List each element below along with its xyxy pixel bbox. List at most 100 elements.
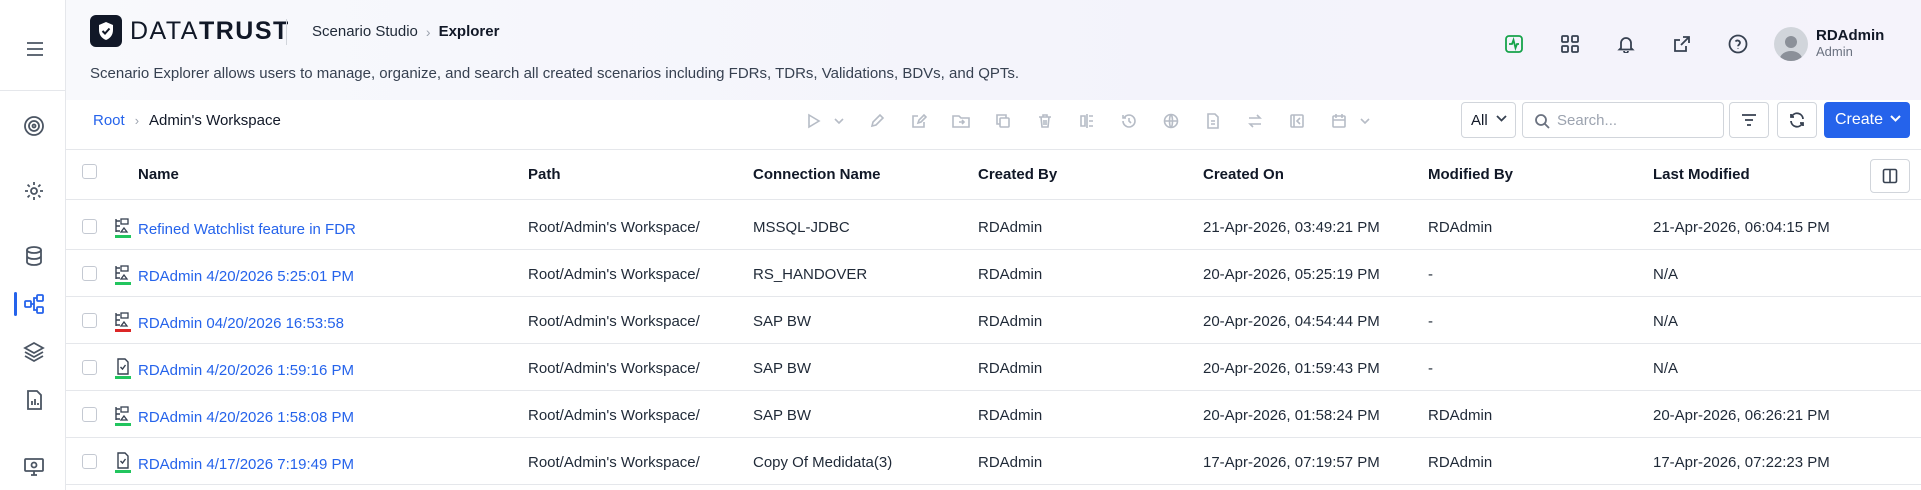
row-checkbox[interactable] [82,266,97,281]
menu-icon[interactable] [22,36,48,62]
left-rail [0,0,66,490]
name-cell[interactable]: Refined Watchlist feature in FDR [138,221,356,238]
connection-cell: RS_HANDOVER [753,266,868,283]
brand-name: DATATRUST [130,16,290,45]
header-divider [286,19,287,45]
transfer-icon[interactable] [1236,102,1274,140]
history-icon[interactable] [1110,102,1148,140]
column-toggle-button[interactable] [1870,159,1910,193]
chevron-down-icon [1890,115,1901,122]
report-icon[interactable] [20,386,48,414]
row-checkbox[interactable] [82,454,97,469]
compare-icon[interactable] [1068,102,1106,140]
name-cell[interactable]: RDAdmin 4/20/2026 1:58:08 PM [138,409,354,426]
table-header: Name Path Connection Name Created By Cre… [66,150,1921,200]
table-row[interactable]: RDAdmin 4/17/2026 7:19:49 PM Root/Admin's… [66,438,1921,485]
activity-icon[interactable] [1486,30,1542,58]
header-actions [1486,30,1766,58]
last-modified-cell: N/A [1653,313,1679,330]
row-checkbox[interactable] [82,360,97,375]
filter-button[interactable] [1729,102,1769,138]
external-link-icon[interactable] [1654,30,1710,58]
column-created-by[interactable]: Created By [978,166,1057,183]
database-icon[interactable] [20,242,48,270]
validation-icon [114,358,132,380]
connection-cell: SAP BW [753,313,812,330]
table-row[interactable]: RDAdmin 4/20/2026 1:58:08 PM Root/Admin's… [66,391,1921,438]
scenario-explorer-icon[interactable] [14,290,48,318]
calendar-icon[interactable] [1320,102,1358,140]
page-description: Scenario Explorer allows users to manage… [90,65,1020,82]
modified-by-cell: - [1428,266,1433,283]
created-on-cell: 20-Apr-2026, 05:25:19 PM [1203,266,1380,283]
delete-icon[interactable] [1026,102,1064,140]
breadcrumb-root[interactable]: Root [93,112,125,129]
column-connection-name[interactable]: Connection Name [753,166,881,183]
row-checkbox[interactable] [82,313,97,328]
gear-icon[interactable] [20,177,48,205]
app-breadcrumb: Scenario Studio › Explorer [312,23,499,40]
column-created-on[interactable]: Created On [1203,166,1284,183]
column-path[interactable]: Path [528,166,561,183]
schedule-dropdown-button[interactable] [1356,102,1374,140]
table-row[interactable]: RDAdmin 4/20/2026 1:59:16 PM Root/Admin's… [66,344,1921,391]
copy-icon[interactable] [984,102,1022,140]
search-box[interactable] [1522,102,1724,138]
created-by-cell: RDAdmin [978,313,1043,330]
connection-cell: SAP BW [753,360,812,377]
modified-by-cell: - [1428,360,1433,377]
modified-by-cell: RDAdmin [1428,219,1493,236]
chevron-down-icon [1496,115,1507,122]
last-modified-cell: 21-Apr-2026, 06:04:15 PM [1653,219,1830,236]
column-modified-by[interactable]: Modified By [1428,166,1513,183]
bell-icon[interactable] [1598,30,1654,58]
connection-cell: Copy Of Medidata(3) [753,454,893,471]
avatar [1774,27,1808,61]
create-button[interactable]: Create [1824,102,1910,138]
help-icon[interactable] [1710,30,1766,58]
run-dropdown-button[interactable] [830,102,848,140]
user-menu[interactable]: RDAdmin Admin [1774,27,1884,61]
globe-icon[interactable] [1152,102,1190,140]
name-cell[interactable]: RDAdmin 4/20/2026 5:25:01 PM [138,268,354,285]
document-icon[interactable] [1194,102,1232,140]
type-filter-select[interactable]: All [1461,102,1516,138]
select-all-checkbox[interactable] [82,164,97,179]
column-last-modified[interactable]: Last Modified [1653,166,1750,183]
create-label: Create [1835,111,1884,128]
search-input[interactable] [1557,111,1717,129]
nav-scenario-studio[interactable]: Scenario Studio [312,23,418,40]
type-filter-value: All [1471,111,1488,129]
breadcrumb: Root › Admin's Workspace [93,112,281,129]
run-button[interactable] [794,102,832,140]
chevron-right-icon: › [134,113,140,128]
name-cell[interactable]: RDAdmin 04/20/2026 16:53:58 [138,315,344,332]
refresh-button[interactable] [1777,102,1817,138]
layers-icon[interactable] [20,338,48,366]
name-cell[interactable]: RDAdmin 4/17/2026 7:19:49 PM [138,456,354,473]
validation-icon [114,452,132,474]
created-on-cell: 20-Apr-2026, 01:58:24 PM [1203,407,1380,424]
nav-explorer: Explorer [438,23,500,40]
apps-grid-icon[interactable] [1542,30,1598,58]
row-checkbox[interactable] [82,219,97,234]
table-row[interactable]: RDAdmin 04/20/2026 16:53:58 Root/Admin's … [66,297,1921,344]
breadcrumb-current: Admin's Workspace [149,112,281,129]
created-by-cell: RDAdmin [978,266,1043,283]
table-row[interactable]: RDAdmin 4/20/2026 5:25:01 PM Root/Admin's… [66,250,1921,297]
row-checkbox[interactable] [82,407,97,422]
table-row[interactable]: Refined Watchlist feature in FDR Root/Adm… [66,203,1921,250]
monitor-settings-icon[interactable] [20,452,48,480]
brand-logo[interactable]: DATATRUST [90,15,290,47]
import-icon[interactable] [1278,102,1316,140]
column-name[interactable]: Name [138,166,179,183]
rename-icon[interactable] [900,102,938,140]
target-icon[interactable] [20,112,48,140]
created-on-cell: 21-Apr-2026, 03:49:21 PM [1203,219,1380,236]
edit-pencil-icon[interactable] [858,102,896,140]
move-folder-icon[interactable] [942,102,980,140]
modified-by-cell: RDAdmin [1428,407,1493,424]
search-icon [1535,114,1550,129]
name-cell[interactable]: RDAdmin 4/20/2026 1:59:16 PM [138,362,354,379]
user-role: Admin [1816,44,1853,59]
